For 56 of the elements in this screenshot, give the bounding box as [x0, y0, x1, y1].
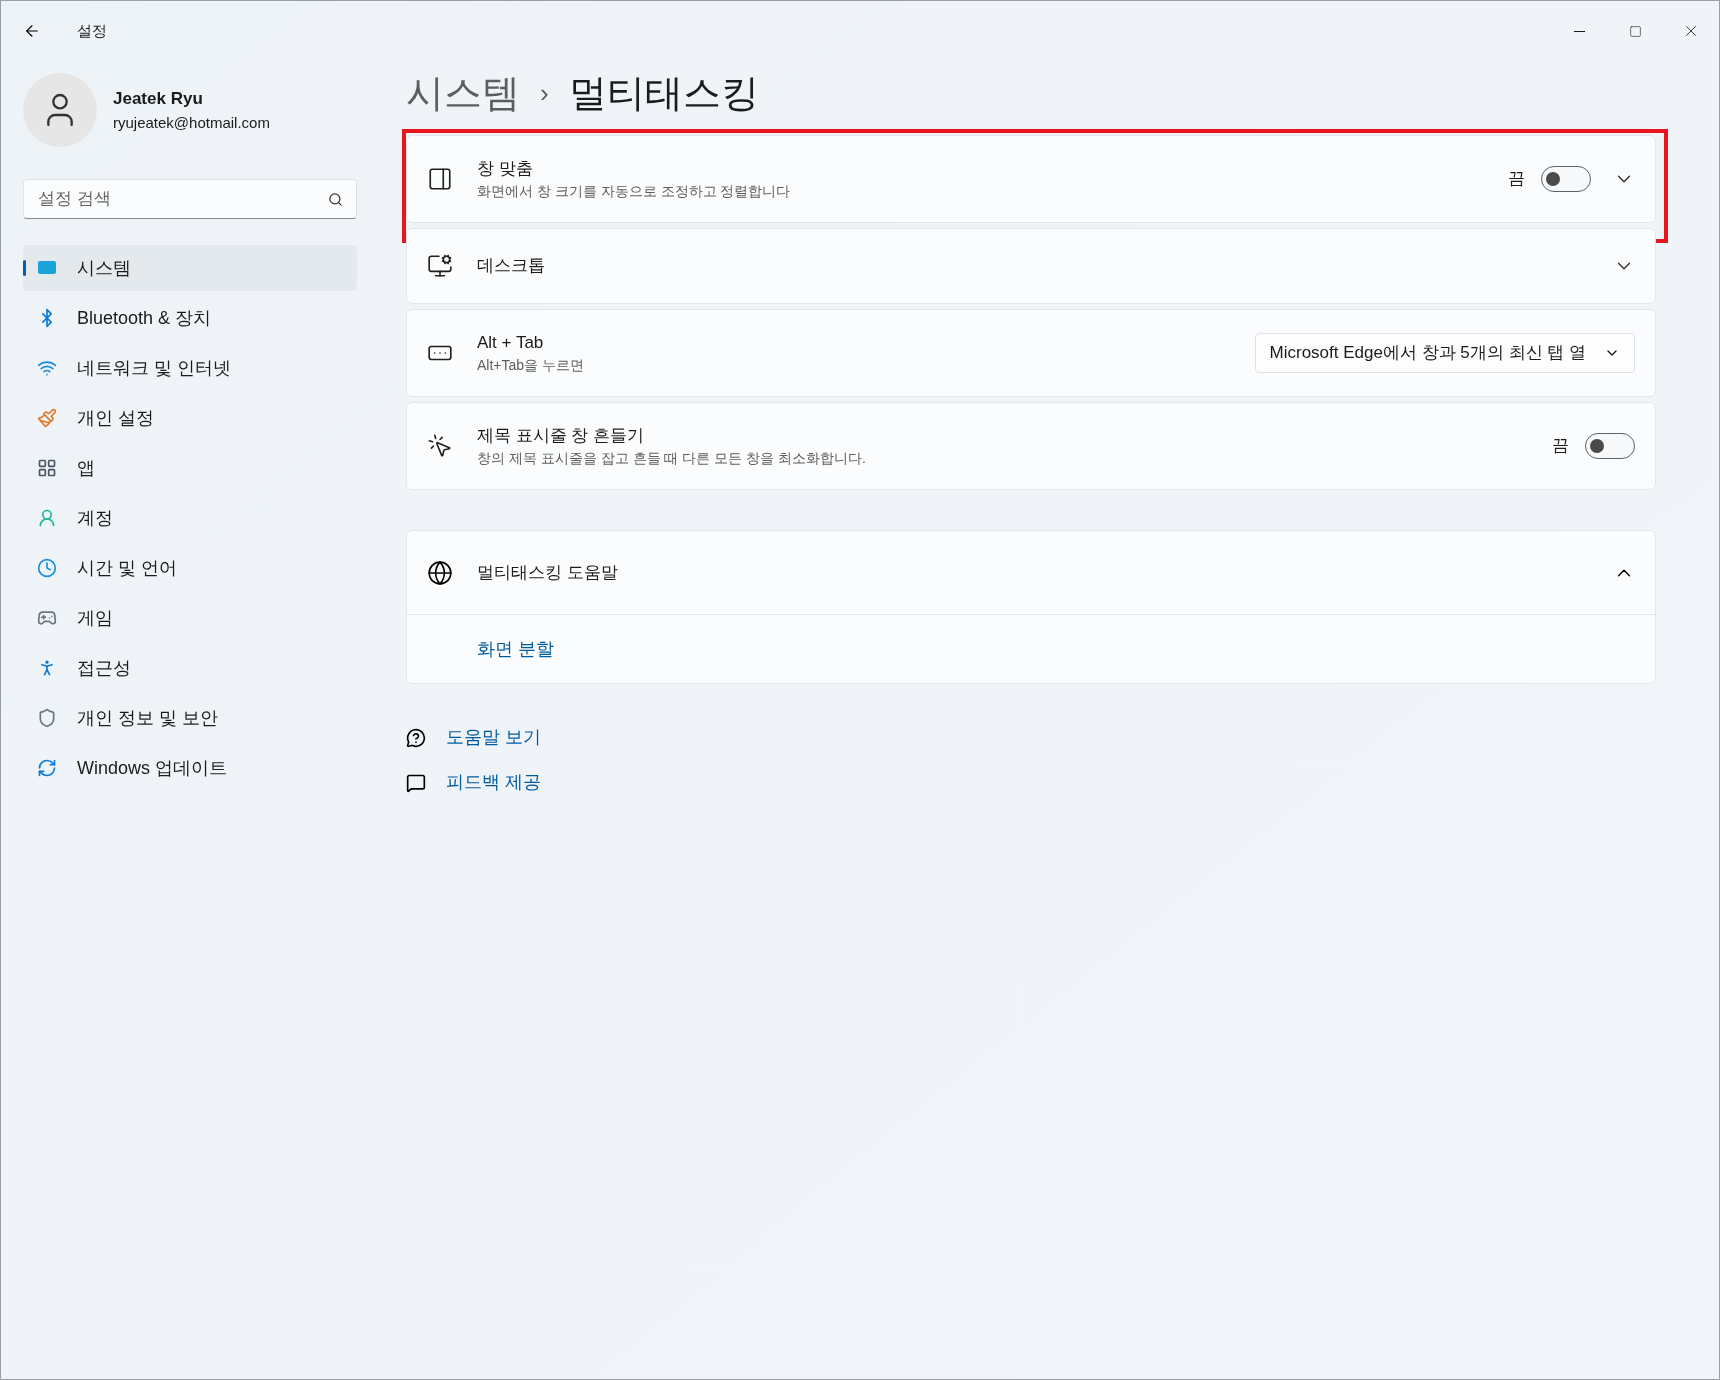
sidebar-item[interactable]: 시스템	[23, 245, 357, 291]
clock-icon	[37, 558, 57, 578]
globe-icon	[427, 559, 453, 586]
sidebar-item[interactable]: 앱	[23, 445, 357, 491]
toggle-switch[interactable]	[1585, 433, 1635, 459]
setting-title: 창 맞춤	[477, 157, 534, 180]
toggle-state-label: 끔	[1552, 435, 1569, 458]
setting-description: Alt+Tab을 누르면	[477, 356, 585, 376]
monitor-icon	[427, 253, 453, 279]
setting-card[interactable]: Alt + Tab Alt+Tab을 누르면 Microsoft Edge에서 창과 5개의 최신 탭 열	[406, 309, 1656, 397]
shield-icon	[37, 708, 57, 728]
sidebar-item[interactable]: Windows 업데이트	[23, 745, 357, 791]
footer-link[interactable]: 도움말 보기	[446, 724, 541, 751]
sidebar-item[interactable]: 접근성	[23, 645, 357, 691]
window-layout-icon	[427, 166, 453, 192]
profile-name: Jeatek Ryu	[113, 88, 204, 110]
sidebar-item[interactable]: Bluetooth & 장치	[23, 295, 357, 341]
refresh-icon	[37, 758, 57, 778]
sidebar-item[interactable]: 계정	[23, 495, 357, 541]
profile-email: ryujeatek@hotmail.com	[113, 112, 270, 133]
setting-title: Alt + Tab	[477, 331, 545, 354]
toggle-state-label: 끔	[1508, 168, 1525, 191]
search-field[interactable]: 설정 검색	[23, 179, 357, 219]
person-icon	[37, 508, 57, 528]
window-title: 설정	[77, 20, 107, 41]
wifi-icon	[37, 358, 57, 378]
selection-indicator	[23, 260, 26, 276]
setting-card[interactable]: 창 맞춤 화면에서 창 크기를 자동으로 조정하고 정렬합니다 끔	[406, 135, 1656, 223]
help-bubble-icon	[406, 727, 426, 748]
minimize-icon	[1573, 30, 1585, 32]
sidebar-item[interactable]: 개인 설정	[23, 395, 357, 441]
setting-card[interactable]: 데스크톱	[406, 228, 1656, 304]
breadcrumb-separator: ›	[540, 76, 549, 110]
apps-icon	[37, 458, 57, 478]
setting-title: 데스크톱	[477, 255, 546, 278]
setting-title: 제목 표시줄 창 흔들기	[477, 424, 646, 447]
help-title: 멀티태스킹 도움말	[477, 561, 619, 584]
sidebar-item[interactable]: 게임	[23, 595, 357, 641]
sidebar-item[interactable]: 개인 정보 및 보안	[23, 695, 357, 741]
page-title: 멀티태스킹	[568, 70, 759, 116]
maximize-icon	[1628, 24, 1642, 38]
feedback-icon	[406, 772, 426, 793]
gamepad-icon	[37, 608, 57, 628]
sidebar-item[interactable]: 네트워크 및 인터넷	[23, 345, 357, 391]
help-link[interactable]: 화면 분할	[477, 635, 554, 663]
sidebar-item[interactable]: 시간 및 언어	[23, 545, 357, 591]
toggle-switch[interactable]	[1541, 166, 1591, 192]
breadcrumb-parent[interactable]: 시스템	[406, 64, 520, 122]
setting-card[interactable]: 제목 표시줄 창 흔들기 창의 제목 표시줄을 잡고 흔들 때 다른 모든 창을 최소화합니다. 끔	[406, 402, 1656, 490]
setting-description: 화면에서 창 크기를 자동으로 조정하고 정렬합니다	[477, 182, 792, 202]
brush-icon	[37, 408, 57, 428]
setting-description: 창의 제목 표시줄을 잡고 흔들 때 다른 모든 창을 최소화합니다.	[477, 449, 867, 469]
footer-link[interactable]: 피드백 제공	[446, 769, 541, 796]
search-icon	[328, 192, 343, 207]
cursor-click-icon	[427, 433, 453, 459]
dropdown[interactable]: Microsoft Edge에서 창과 5개의 최신 탭 열	[1254, 333, 1635, 373]
